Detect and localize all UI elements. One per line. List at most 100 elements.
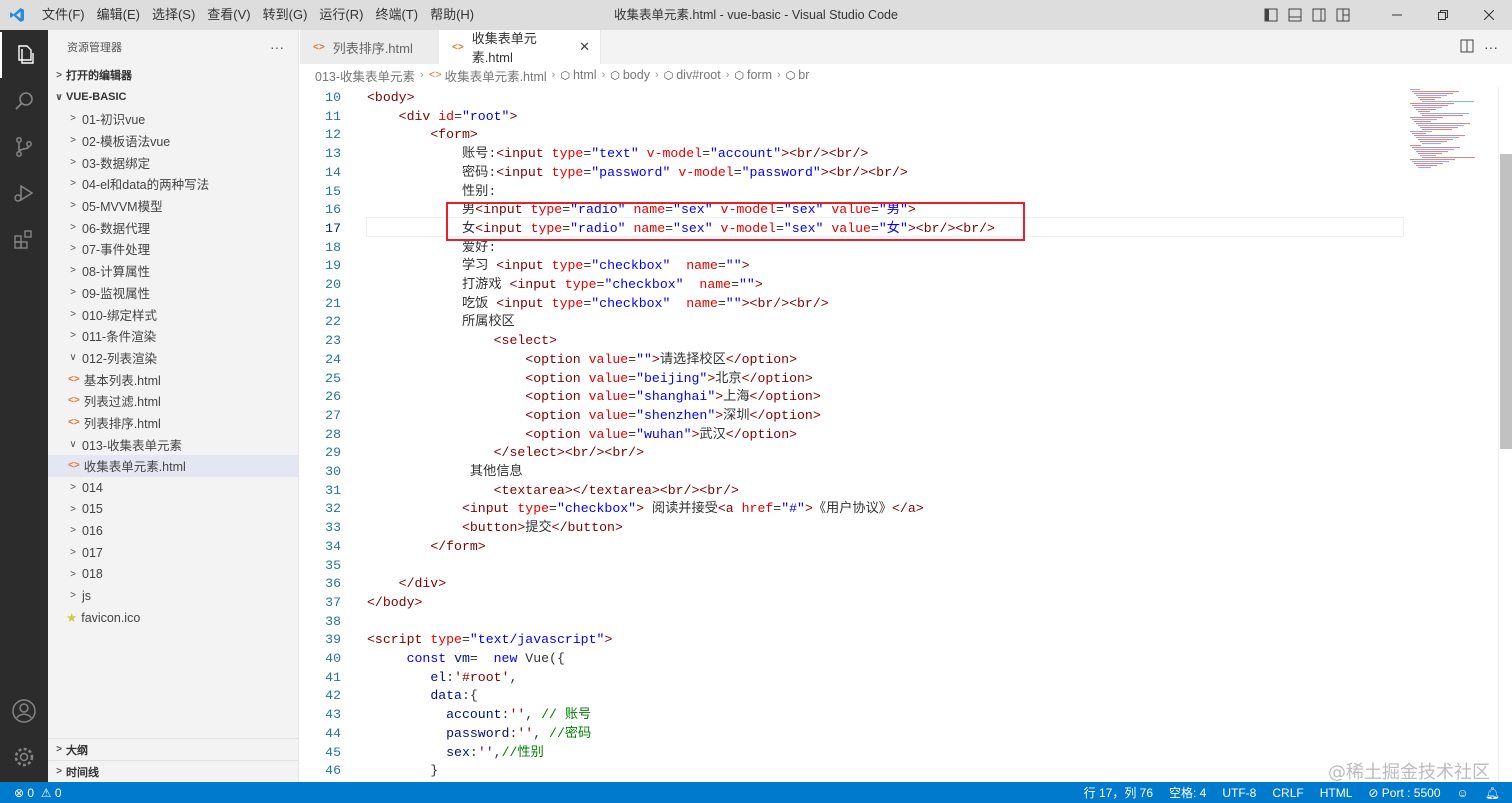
problems-status[interactable]: ⊗ 0 ⚠ 0 bbox=[0, 786, 70, 800]
tab-collect-form[interactable]: <> 收集表单元素.html ✕ bbox=[439, 30, 601, 65]
toggle-secondary-sidebar-icon[interactable] bbox=[1308, 4, 1330, 26]
code-token: "beijing" bbox=[636, 370, 708, 386]
breadcrumb-item[interactable]: 013-收集表单元素 bbox=[315, 66, 415, 85]
line-number: 10 bbox=[325, 90, 341, 105]
tree-file[interactable]: <> 列表过滤.html bbox=[48, 390, 298, 412]
live-server-port[interactable]: ⊘ Port : 5500 bbox=[1360, 786, 1448, 800]
code-line: 18 爱好: bbox=[300, 239, 496, 258]
eol-status[interactable]: CRLF bbox=[1264, 786, 1311, 800]
minimap-line bbox=[1412, 119, 1437, 121]
menu-item[interactable]: 终端(T) bbox=[369, 0, 424, 30]
code-editor[interactable]: 10 <body> 11 <div id="root"> 12 <form> 13 账号… bbox=[300, 87, 1512, 782]
feedback-icon[interactable]: ☺ bbox=[1449, 786, 1477, 800]
tree-folder[interactable]: >04-el和data的两种写法 bbox=[48, 173, 298, 195]
breadcrumb-item[interactable]: 收集表单元素.html bbox=[445, 66, 547, 85]
open-editors-section[interactable]: > 打开的编辑器 bbox=[48, 64, 298, 86]
code-token: "checkbox" bbox=[556, 501, 637, 517]
code-token: "password" bbox=[741, 164, 821, 180]
encoding-status[interactable]: UTF-8 bbox=[1214, 786, 1264, 800]
more-actions-icon[interactable]: ··· bbox=[270, 39, 284, 55]
code-token: "" bbox=[725, 295, 742, 311]
tree-folder[interactable]: >06-数据代理 bbox=[48, 216, 298, 238]
tree-folder[interactable]: >016 bbox=[48, 520, 298, 542]
toggle-panel-icon[interactable] bbox=[1284, 4, 1306, 26]
tree-folder[interactable]: ∨ 013-收集表单元素 bbox=[48, 433, 298, 455]
menu-item[interactable]: 查看(V) bbox=[201, 0, 256, 30]
chevron-right-icon: > bbox=[56, 69, 62, 81]
source-control-icon[interactable] bbox=[0, 124, 48, 170]
minimap[interactable] bbox=[1408, 87, 1498, 187]
search-icon[interactable] bbox=[0, 78, 48, 124]
outline-section[interactable]: > 大纲 bbox=[48, 738, 299, 760]
customize-layout-icon[interactable] bbox=[1332, 4, 1354, 26]
tree-folder[interactable]: >017 bbox=[48, 542, 298, 564]
tree-folder[interactable]: >014 bbox=[48, 477, 298, 499]
minimize-icon[interactable] bbox=[1374, 0, 1420, 30]
tree-folder[interactable]: >011-条件渲染 bbox=[48, 325, 298, 347]
minimap-line bbox=[1422, 115, 1463, 117]
line-number: 36 bbox=[325, 576, 341, 592]
tree-folder[interactable]: >015 bbox=[48, 498, 298, 520]
workspace-root[interactable]: ∨ VUE-BASIC bbox=[48, 86, 298, 108]
tree-folder[interactable]: >018 bbox=[48, 563, 298, 585]
tree-file[interactable]: <> 基本列表.html bbox=[48, 368, 298, 390]
code-token: = bbox=[469, 651, 494, 666]
tree-folder[interactable]: > js bbox=[48, 585, 298, 607]
cursor-position[interactable]: 行 17，列 76 bbox=[1076, 784, 1161, 801]
run-debug-icon[interactable] bbox=[0, 170, 48, 216]
port-label: Port : 5500 bbox=[1381, 785, 1441, 800]
close-tab-icon[interactable]: ✕ bbox=[579, 39, 590, 55]
tree-folder[interactable]: >08-计算属性 bbox=[48, 260, 298, 282]
tab-list-sort[interactable]: <> 列表排序.html bbox=[300, 30, 439, 64]
tree-file[interactable]: <> 列表排序.html bbox=[48, 412, 298, 434]
tree-folder[interactable]: >07-事件处理 bbox=[48, 238, 298, 260]
menu-item[interactable]: 选择(S) bbox=[146, 0, 201, 30]
code-line: 10 <body> bbox=[300, 89, 414, 108]
tree-folder[interactable]: >01-初识vue bbox=[48, 108, 298, 130]
language-mode[interactable]: HTML bbox=[1312, 786, 1361, 800]
watermark: @稀土掘金技术社区 bbox=[1328, 762, 1490, 783]
close-window-icon[interactable] bbox=[1466, 0, 1512, 30]
tree-folder[interactable]: >05-MVVM模型 bbox=[48, 195, 298, 217]
extensions-icon[interactable] bbox=[0, 216, 48, 262]
breadcrumb-item[interactable]: html bbox=[573, 68, 597, 82]
menu-item[interactable]: 文件(F) bbox=[36, 0, 91, 30]
settings-gear-icon[interactable] bbox=[0, 734, 48, 780]
more-actions-icon[interactable]: ··· bbox=[1484, 39, 1498, 55]
restore-icon[interactable] bbox=[1420, 0, 1466, 30]
accounts-icon[interactable] bbox=[0, 688, 48, 734]
breadcrumb-item[interactable]: form bbox=[747, 68, 772, 82]
chevron-right-icon: > bbox=[70, 547, 76, 559]
code-token: "" bbox=[738, 277, 755, 292]
breadcrumb-item[interactable]: body bbox=[623, 68, 650, 82]
toggle-primary-sidebar-icon[interactable] bbox=[1260, 4, 1282, 26]
code-line: 43 account:'', // 账号 bbox=[300, 706, 591, 725]
menu-item[interactable]: 运行(R) bbox=[313, 0, 369, 30]
code-line: 20 打游戏 <input type="checkbox" name=""> bbox=[300, 276, 763, 295]
tree-file[interactable]: ★ favicon.ico bbox=[48, 607, 298, 629]
tree-folder[interactable]: >03-数据绑定 bbox=[48, 151, 298, 173]
tree-folder[interactable]: ∨ 012-列表渲染 bbox=[48, 347, 298, 369]
menu-item[interactable]: 转到(G) bbox=[257, 0, 314, 30]
breadcrumb-item[interactable]: div#root bbox=[676, 68, 720, 82]
code-line: 23 <select> bbox=[300, 332, 557, 351]
tree-folder[interactable]: >02-模板语法vue bbox=[48, 130, 298, 152]
menu-item[interactable]: 帮助(H) bbox=[424, 0, 480, 30]
split-editor-icon[interactable] bbox=[1460, 39, 1474, 56]
menu-item[interactable]: 编辑(E) bbox=[91, 0, 146, 30]
code-line: 32 <input type="checkbox"> 阅读并接受<a href=… bbox=[300, 500, 923, 519]
tree-folder[interactable]: >010-绑定样式 bbox=[48, 303, 298, 325]
indentation-status[interactable]: 空格: 4 bbox=[1161, 784, 1214, 801]
explorer-icon[interactable] bbox=[0, 32, 48, 78]
chevron-right-icon: > bbox=[70, 525, 76, 537]
notifications-icon[interactable]: 🔔︎ bbox=[1477, 786, 1512, 800]
tree-item-label: 015 bbox=[82, 502, 103, 517]
tree-file[interactable]: <> 收集表单元素.html bbox=[48, 455, 298, 477]
breadcrumb-item[interactable]: br bbox=[798, 68, 809, 82]
symbol-element-icon: ⬡ bbox=[785, 69, 796, 82]
vertical-scrollbar[interactable] bbox=[1500, 154, 1512, 449]
code-token: <option bbox=[525, 389, 589, 405]
tree-folder[interactable]: >09-监视属性 bbox=[48, 282, 298, 304]
timeline-section[interactable]: > 时间线 bbox=[48, 760, 299, 782]
